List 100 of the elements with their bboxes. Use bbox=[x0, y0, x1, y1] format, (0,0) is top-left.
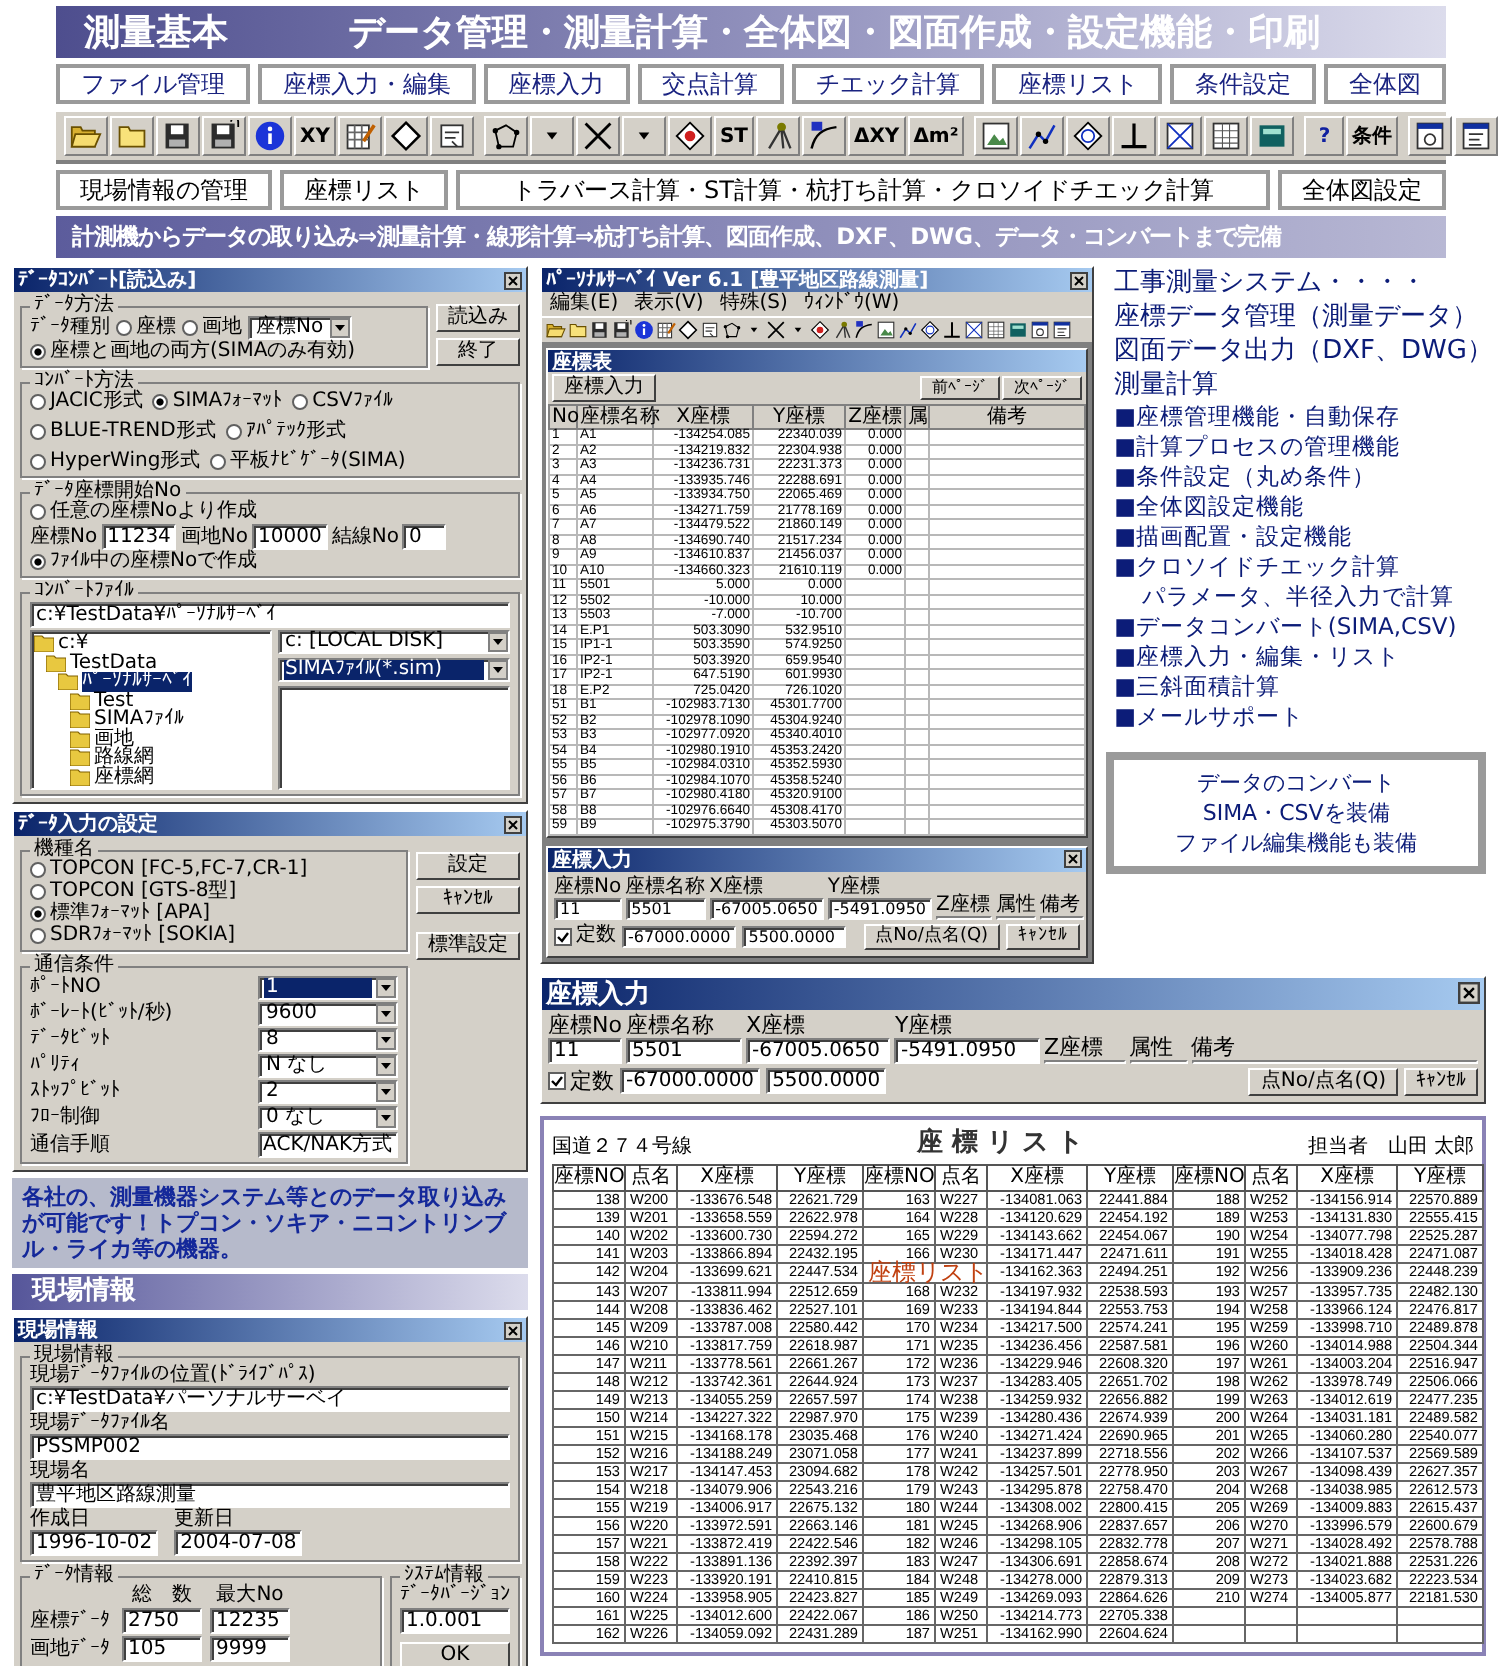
input-field[interactable]: 0 bbox=[402, 524, 447, 550]
filter-select[interactable]: SIMAﾌｧｲﾙ(*.sim) bbox=[277, 658, 510, 682]
folder-item[interactable]: 画地 bbox=[94, 729, 134, 748]
section-heading: 現場情報 bbox=[12, 1274, 528, 1310]
radio-option[interactable]: CSVﾌｧｲﾙ bbox=[292, 392, 393, 412]
field-label: 作成日 bbox=[30, 1510, 92, 1530]
select-field[interactable]: 座標No bbox=[248, 316, 352, 340]
input-field[interactable]: 11 bbox=[554, 897, 622, 919]
date-field[interactable]: 1996-10-02 bbox=[30, 1530, 159, 1556]
column-header: 点名 bbox=[935, 1164, 987, 1190]
radio-option[interactable]: BLUE-TREND形式 bbox=[30, 422, 216, 442]
dialog-button[interactable]: 読込み bbox=[436, 304, 520, 332]
input-field[interactable]: PSSMP002 bbox=[30, 1434, 510, 1460]
checkbox-option[interactable]: 定数 bbox=[548, 1071, 614, 1091]
input-field[interactable]: 10000 bbox=[252, 524, 328, 550]
radio-option[interactable]: HyperWing形式 bbox=[30, 452, 201, 472]
select-field[interactable]: 0 なし bbox=[258, 1106, 398, 1130]
radio-option[interactable]: TOPCON [FC-5,FC-7,CR-1] bbox=[30, 860, 398, 880]
menu-item[interactable]: ｳｨﾝﾄﾞｳ(W) bbox=[803, 292, 900, 316]
toolbar-button[interactable]: 条件 bbox=[1346, 116, 1399, 156]
toolbar-button[interactable]: Δm² bbox=[907, 116, 965, 156]
input-field[interactable]: 11234 bbox=[101, 524, 177, 550]
menu-item[interactable]: 特殊(S) bbox=[719, 292, 788, 316]
dialog-button[interactable]: ｷｬﾝｾﾙ bbox=[1404, 1067, 1478, 1095]
input-field[interactable]: 1.0.001 bbox=[400, 1608, 510, 1634]
select-field[interactable]: 9600 bbox=[258, 1002, 398, 1026]
page-button[interactable]: 次ﾍﾟｰｼﾞ bbox=[1002, 376, 1083, 400]
input-field[interactable]: ACK/NAK方式 bbox=[257, 1132, 398, 1158]
select-field[interactable]: N なし bbox=[258, 1054, 398, 1078]
dialog-button[interactable]: 点No/点名(Q) bbox=[1248, 1067, 1398, 1095]
feature-item: ■条件設定（丸め条件） bbox=[1114, 462, 1378, 492]
window-title: 座標入力 bbox=[552, 846, 632, 873]
radio-option[interactable]: ｱﾊﾟﾃｯｸ形式 bbox=[225, 422, 346, 442]
feature-button[interactable]: 全体図設定 bbox=[1278, 170, 1446, 210]
radio-option[interactable]: JACIC形式 bbox=[30, 392, 143, 412]
folder-item[interactable]: TestData bbox=[70, 653, 158, 672]
readonly-field: 5500.0000 bbox=[766, 1068, 887, 1094]
function-tab[interactable]: チエック計算 bbox=[791, 64, 985, 104]
radio-option[interactable]: 座標 bbox=[116, 318, 176, 338]
menu-item[interactable]: 表示(V) bbox=[634, 292, 704, 316]
feature-button[interactable]: 座標リスト bbox=[280, 170, 448, 210]
dialog-button[interactable]: ｷｬﾝｾﾙ bbox=[1006, 923, 1081, 949]
select-field[interactable]: 2 bbox=[258, 1080, 398, 1104]
input-field[interactable]: -5491.0950 bbox=[894, 1037, 1040, 1063]
folder-item[interactable]: Test bbox=[94, 691, 134, 710]
group-label: ﾃﾞｰﾀ方法 bbox=[34, 296, 116, 316]
feature-button[interactable]: トラバース計算・ST計算・杭打ち計算・クロソイドチエック計算 bbox=[456, 170, 1270, 210]
toolbar-button[interactable]: ? bbox=[1304, 116, 1345, 156]
dialog-button[interactable]: 点No/点名(Q) bbox=[863, 923, 1001, 949]
input-field[interactable]: 5501 bbox=[625, 1037, 742, 1063]
function-tab[interactable]: 座標入力 bbox=[483, 64, 630, 104]
radio-option[interactable]: 座標と画地の両方(SIMAのみ有効) bbox=[30, 342, 418, 362]
input-field[interactable]: -67005.0650 bbox=[709, 897, 824, 919]
drive-select[interactable]: c: [LOCAL DISK] bbox=[277, 630, 510, 654]
checkbox-option[interactable]: 定数 bbox=[554, 926, 616, 946]
path-field[interactable]: c:¥TestData¥ﾊﾟｰｿﾅﾙｻｰﾍﾞｲ bbox=[30, 602, 510, 628]
function-tab[interactable]: 全体図 bbox=[1324, 64, 1446, 104]
menu-item[interactable]: 編集(E) bbox=[550, 292, 619, 316]
input-field[interactable]: 12235 bbox=[210, 1608, 290, 1634]
function-tab[interactable]: 条件設定 bbox=[1170, 64, 1317, 104]
radio-option[interactable]: ﾌｧｲﾙ中の座標Noで作成 bbox=[30, 552, 510, 572]
dialog-button[interactable]: 設定 bbox=[416, 852, 520, 880]
toolbar-button[interactable]: XY bbox=[294, 116, 336, 156]
radio-option[interactable]: 画地 bbox=[182, 318, 242, 338]
input-field[interactable]: 豊平地区路線測量 bbox=[30, 1482, 510, 1508]
folder-item[interactable]: 路線網 bbox=[94, 748, 154, 767]
input-field[interactable]: c:¥TestData¥パーソナルサーベイ bbox=[30, 1386, 510, 1412]
folder-item[interactable]: c:¥ bbox=[58, 634, 89, 653]
row-label: 画地ﾃﾞｰﾀ bbox=[30, 1639, 112, 1659]
date-field[interactable]: 2004-07-08 bbox=[174, 1530, 303, 1556]
radio-option[interactable]: SDRﾌｫｰﾏｯﾄ [SOKIA] bbox=[30, 926, 398, 946]
folder-item[interactable]: 座標網 bbox=[94, 767, 154, 786]
input-field[interactable]: -5491.0950 bbox=[827, 897, 933, 919]
input-field[interactable]: -67005.0650 bbox=[745, 1037, 891, 1063]
radio-option[interactable]: TOPCON [GTS-8型] bbox=[30, 882, 398, 902]
radio-option[interactable]: 平板ﾅﾋﾞｹﾞｰﾀ(SIMA) bbox=[210, 452, 406, 472]
dialog-button[interactable]: 終了 bbox=[436, 338, 520, 366]
input-field[interactable]: 9999 bbox=[210, 1636, 290, 1662]
dialog-button[interactable]: ｷｬﾝｾﾙ bbox=[416, 886, 520, 914]
function-tab[interactable]: 座標入力・編集 bbox=[257, 64, 476, 104]
select-field[interactable]: 8 bbox=[258, 1028, 398, 1052]
folder-item[interactable]: SIMAﾌｧｲﾙ bbox=[94, 710, 184, 729]
radio-option[interactable]: 標準ﾌｫｰﾏｯﾄ [APA] bbox=[30, 904, 398, 924]
page-button[interactable]: 前ﾍﾟｰｼﾞ bbox=[920, 376, 1001, 400]
radio-option[interactable]: 任意の座標Noより作成 bbox=[30, 502, 510, 522]
feature-button[interactable]: 現場情報の管理 bbox=[56, 170, 272, 210]
ok-button[interactable]: OK bbox=[400, 1642, 510, 1666]
toolbar-button[interactable]: ΔXY bbox=[847, 116, 906, 156]
add-button[interactable]: 座標入力 bbox=[552, 374, 656, 402]
toolbar-button[interactable]: ST bbox=[713, 116, 754, 156]
radio-option[interactable]: SIMAﾌｫｰﾏｯﾄ bbox=[152, 392, 283, 412]
function-tab[interactable]: ファイル管理 bbox=[56, 64, 250, 104]
function-tab[interactable]: 交点計算 bbox=[637, 64, 783, 104]
input-field[interactable]: 11 bbox=[548, 1037, 622, 1063]
input-field[interactable]: 2750 bbox=[122, 1608, 202, 1634]
function-tab[interactable]: 座標リスト bbox=[992, 64, 1163, 104]
input-field[interactable]: 105 bbox=[122, 1636, 202, 1662]
select-field[interactable]: 1 bbox=[258, 976, 398, 1000]
dialog-button[interactable]: 標準設定 bbox=[416, 932, 520, 960]
input-field[interactable]: 5501 bbox=[625, 897, 706, 919]
